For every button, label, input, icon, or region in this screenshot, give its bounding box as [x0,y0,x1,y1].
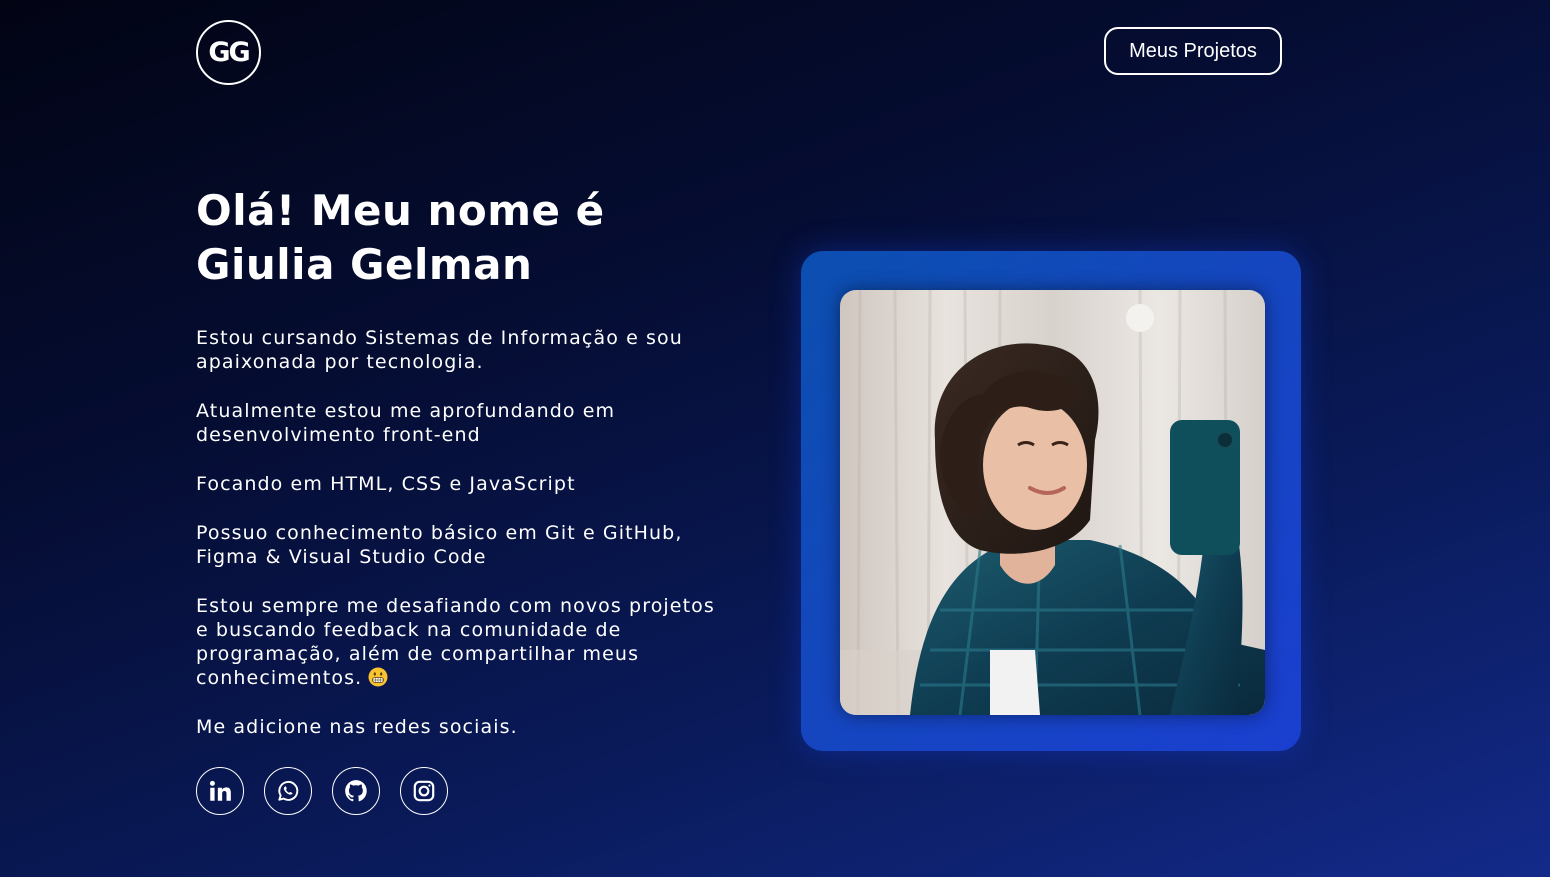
hero-title-line2: Giulia Gelman [196,240,533,289]
bio-paragraph: Me adicione nas redes sociais. [196,716,518,738]
whatsapp-icon [278,780,299,801]
logo[interactable]: GG [196,20,261,85]
bio-paragraph: Estou cursando Sistemas de Informação e … [196,327,683,373]
github-link[interactable] [332,767,380,815]
profile-photo-illustration [840,290,1265,715]
logo-text: GG [208,37,250,68]
hero-title-line1: Olá! Meu nome é [196,186,605,235]
github-icon [345,780,367,802]
linkedin-icon [209,780,231,801]
instagram-link[interactable] [400,767,448,815]
bio-paragraph: Atualmente estou me aprofundando em dese… [196,400,616,446]
grinning-emoji-icon [368,667,388,687]
bio-paragraph-text: Estou sempre me desafiando com novos pro… [196,595,715,689]
projects-button[interactable]: Meus Projetos [1104,27,1282,75]
hero-title: Olá! Meu nome é Giulia Gelman [196,184,716,292]
bio-paragraph-with-emoji: Estou sempre me desafiando com novos pro… [196,594,726,690]
bio-paragraph: Possuo conhecimento básico em Git e GitH… [196,522,683,568]
bio-paragraph: Focando em HTML, CSS e JavaScript [196,473,576,495]
linkedin-link[interactable] [196,767,244,815]
bio-section: Estou cursando Sistemas de Informação e … [196,326,726,764]
instagram-icon [413,780,435,802]
profile-photo-frame [801,251,1301,751]
portfolio-page: GG Meus Projetos Olá! Meu nome é Giulia … [0,0,1550,877]
social-links [196,767,448,815]
profile-photo [840,290,1265,715]
whatsapp-link[interactable] [264,767,312,815]
